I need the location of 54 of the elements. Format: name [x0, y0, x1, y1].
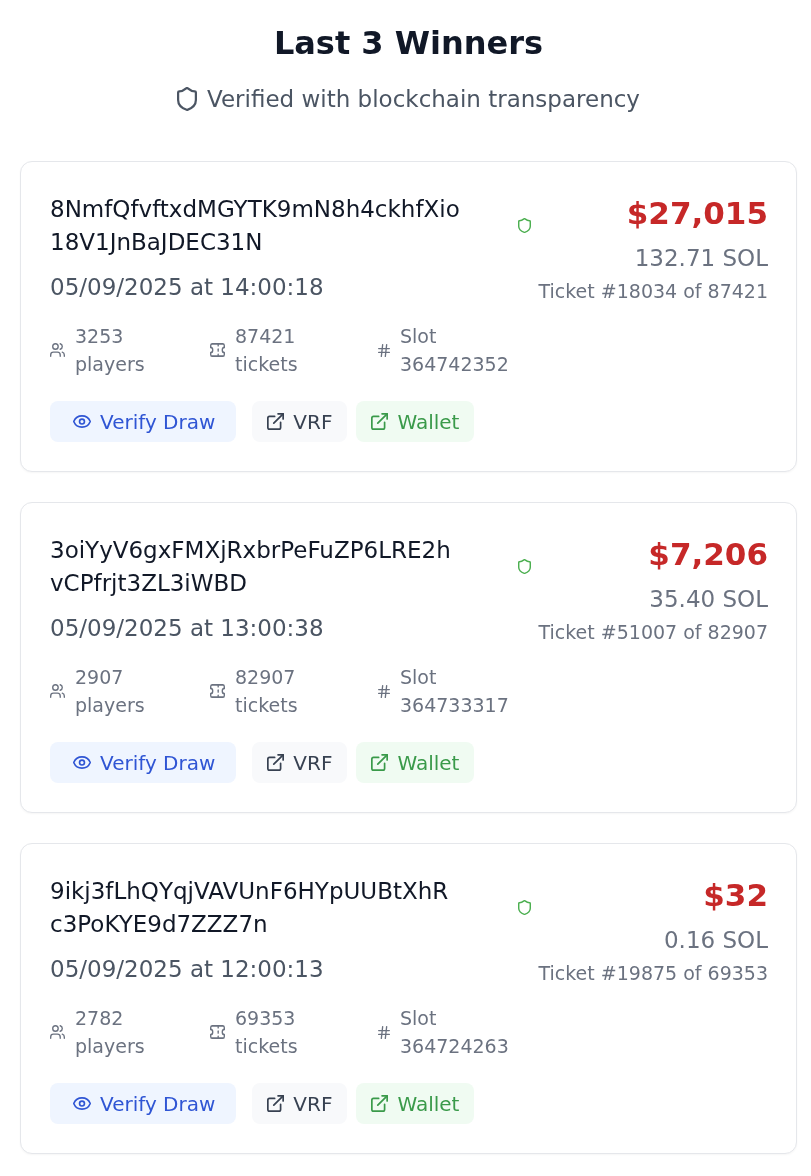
sol-amount: 35.40 SOL: [649, 585, 768, 614]
users-icon: [50, 343, 65, 357]
ticket-number: Ticket #18034 of 87421: [538, 279, 768, 304]
external-link-icon: [267, 1095, 285, 1112]
verify-draw-button[interactable]: Verify Draw: [50, 1083, 237, 1124]
external-link-icon: [371, 1095, 389, 1112]
wallet-address: 3oiYyV6gxFMXjRxbrPeFuZP6LRE2hvCPfrjt3ZL3iWBD: [50, 536, 452, 598]
sol-amount: 132.71 SOL: [634, 244, 768, 273]
hash-icon: [378, 1025, 390, 1039]
player-count: 2907 players: [75, 665, 145, 718]
draw-date: 05/09/2025 at 13:00:38: [50, 614, 325, 643]
hash-icon: [378, 684, 390, 698]
ticket-icon: [210, 684, 225, 698]
users-icon: [50, 684, 65, 698]
wallet-link-button[interactable]: Wallet: [356, 742, 475, 783]
verify-draw-button[interactable]: Verify Draw: [50, 401, 237, 442]
slot-number: Slot 364733317: [400, 665, 509, 718]
external-link-icon: [371, 754, 389, 771]
eye-icon: [73, 1097, 91, 1110]
vrf-link-button[interactable]: VRF: [252, 401, 348, 442]
shield-icon: [177, 87, 197, 111]
verify-draw-button[interactable]: Verify Draw: [50, 742, 237, 783]
wallet-address: 9ikj3fLhQYqjVAVUnF6HYpUUBtXhRc3PoKYE9d7ZZZ7n: [50, 877, 450, 939]
users-icon: [50, 1025, 65, 1039]
external-link-icon: [267, 754, 285, 771]
prize-amount: $27,015: [626, 194, 768, 233]
eye-icon: [73, 756, 91, 769]
vrf-link-button[interactable]: VRF: [252, 1083, 348, 1124]
player-count: 3253 players: [75, 324, 145, 377]
slot-number: Slot 364724263: [400, 1006, 509, 1059]
wallet-link-button[interactable]: Wallet: [356, 1083, 475, 1124]
prize-amount: $32: [703, 876, 768, 915]
external-link-icon: [371, 413, 389, 430]
subtitle: Verified with blockchain transparency: [207, 85, 640, 114]
eye-icon: [73, 415, 91, 428]
ticket-count: 82907 tickets: [235, 665, 298, 718]
vrf-link-button[interactable]: VRF: [252, 742, 348, 783]
wallet-address: 8NmfQfvftxdMGYTK9mN8h4ckhfXio18V1JnBaJDEC31N: [50, 195, 460, 257]
ticket-count: 87421 tickets: [235, 324, 298, 377]
page-title: Last 3 Winners: [272, 23, 545, 64]
draw-date: 05/09/2025 at 12:00:13: [50, 955, 325, 984]
draw-date: 05/09/2025 at 14:00:18: [50, 273, 325, 302]
ticket-number: Ticket #19875 of 69353: [538, 961, 768, 986]
hash-icon: [378, 343, 390, 357]
ticket-count: 69353 tickets: [235, 1006, 298, 1059]
player-count: 2782 players: [75, 1006, 145, 1059]
prize-amount: $7,206: [648, 535, 768, 574]
wallet-link-button[interactable]: Wallet: [356, 401, 475, 442]
external-link-icon: [267, 413, 285, 430]
slot-number: Slot 364742352: [400, 324, 509, 377]
ticket-number: Ticket #51007 of 82907: [538, 620, 768, 645]
sol-amount: 0.16 SOL: [663, 926, 768, 955]
ticket-icon: [210, 343, 225, 357]
ticket-icon: [210, 1025, 225, 1039]
